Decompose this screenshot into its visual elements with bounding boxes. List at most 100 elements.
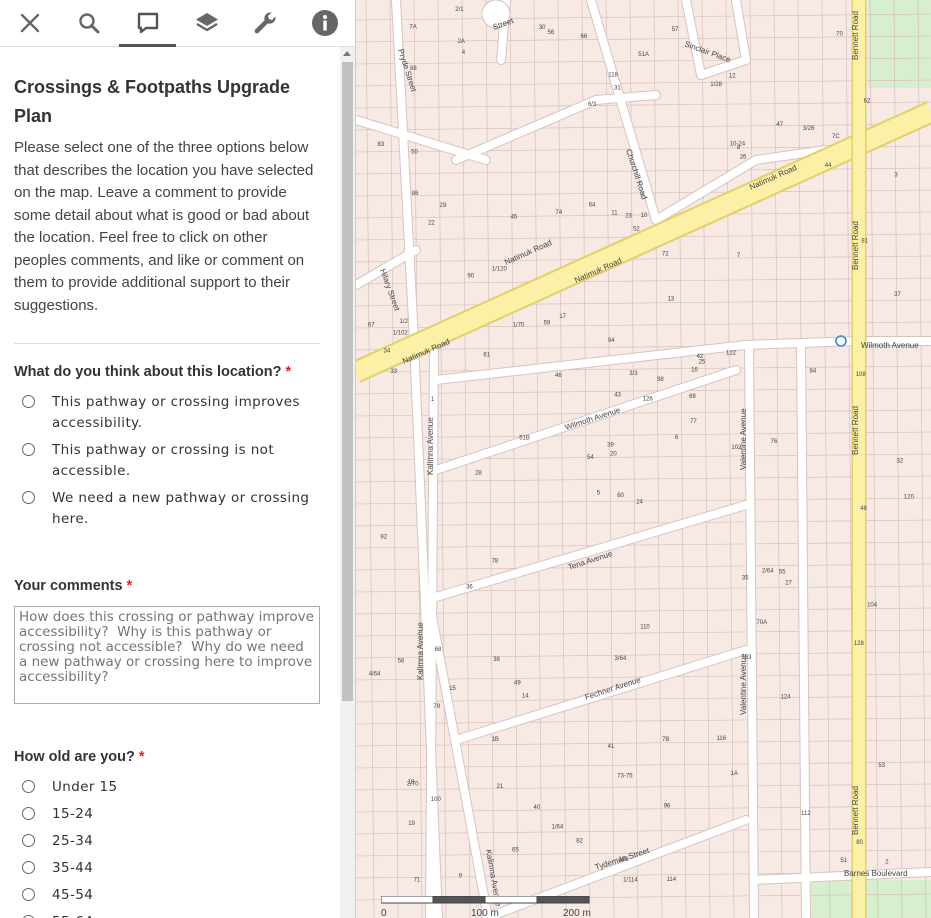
map-canvas[interactable]: Natimuk RoadNatimuk RoadNatimuk RoadNati… <box>356 0 931 918</box>
layers-button[interactable] <box>177 0 236 47</box>
map-view[interactable]: Natimuk Road Natimuk Road Natimuk Road Nati… <box>356 0 931 918</box>
lot-line <box>356 277 931 285</box>
lot-number-label: 79 <box>433 704 440 710</box>
lot-line <box>356 13 931 21</box>
lot-number-label: 62 <box>864 98 871 104</box>
scale-label-0: 0 <box>381 908 387 918</box>
option-label: 25-34 <box>52 833 94 849</box>
option-label: 45-54 <box>52 887 94 903</box>
park-area <box>811 880 931 918</box>
option-age-45-54[interactable]: 45-54 <box>14 885 320 906</box>
lot-line <box>356 717 931 725</box>
lot-number-label: 28 <box>475 470 482 476</box>
lot-line <box>677 0 687 918</box>
radio-age-25-34[interactable] <box>22 834 35 847</box>
lot-number-label: 74 <box>556 210 563 216</box>
radio-not-accessible[interactable] <box>22 443 35 456</box>
comment-button[interactable] <box>118 0 177 47</box>
lot-number-label: 67 <box>368 323 375 329</box>
lot-number-label: 51A <box>638 52 649 58</box>
comments-input[interactable] <box>14 606 320 704</box>
lot-number-label: 32 <box>897 459 904 465</box>
search-button[interactable] <box>59 0 118 47</box>
lot-number-label: 61 <box>483 352 490 358</box>
lot-number-label: 43 <box>614 393 621 399</box>
option-label: This pathway or crossing is not accessib… <box>52 442 275 479</box>
option-improves[interactable]: This pathway or crossing improves access… <box>14 392 320 434</box>
option-not-accessible[interactable]: This pathway or crossing is not accessib… <box>14 440 320 482</box>
lot-number-label: 2A <box>458 39 465 45</box>
lot-number-label: 10-24 <box>730 142 746 148</box>
option-new-pathway[interactable]: We need a new pathway or crossing here. <box>14 488 320 530</box>
option-age-25-34[interactable]: 25-34 <box>14 831 320 852</box>
lot-number-label: 33 <box>390 369 397 375</box>
lot-number-label: 42 <box>697 354 704 360</box>
street-label: Wilmoth Avenue <box>564 405 622 432</box>
lot-number-label: 80 <box>856 840 863 846</box>
lot-number-label: 94 <box>608 338 615 344</box>
radio-age-45-54[interactable] <box>22 888 35 901</box>
lot-number-label: 100 <box>431 797 442 803</box>
radio-age-35-44[interactable] <box>22 861 35 874</box>
lot-number-label: 6 <box>675 435 679 441</box>
lot-number-label: 82 <box>576 839 583 845</box>
lot-number-label: 55 <box>779 570 786 576</box>
panel-scrollbar[interactable] <box>340 47 355 918</box>
lot-number-label: 60 <box>617 493 624 499</box>
lot-number-label: 59 <box>544 321 551 327</box>
option-age-55-64[interactable]: 55-64 <box>14 912 320 918</box>
lot-line <box>356 57 931 65</box>
option-age-under-15[interactable]: Under 15 <box>14 777 320 798</box>
lot-number-label: 88 <box>410 66 417 72</box>
lot-number-label: 84 <box>810 369 817 375</box>
road <box>797 341 810 918</box>
lot-number-label: 30 <box>539 25 546 31</box>
option-label: 35-44 <box>52 860 94 876</box>
lot-number-label: 7A <box>409 25 416 31</box>
scroll-thumb[interactable] <box>342 62 353 701</box>
tools-button[interactable] <box>236 0 295 47</box>
radio-age-15-24[interactable] <box>22 807 35 820</box>
lot-number-label: 126 <box>643 397 654 403</box>
lot-number-label: 90 <box>467 274 474 280</box>
lot-number-label: 66 <box>581 34 588 40</box>
radio-improves[interactable] <box>22 395 35 408</box>
lot-number-label: 1/64 <box>552 825 564 831</box>
lot-line <box>725 0 735 918</box>
street-label: Bennett Road <box>851 406 860 455</box>
option-age-35-44[interactable]: 35-44 <box>14 858 320 879</box>
lot-number-label: 98 <box>657 377 664 383</box>
lot-number-label: 9 <box>459 873 463 879</box>
lot-number-label: 7B <box>662 737 669 743</box>
lot-number-label: 72 <box>662 252 669 258</box>
lot-number-label: 44 <box>825 163 832 169</box>
lot-number-label: 118 <box>608 72 618 78</box>
lot-number-label: 51 <box>840 858 847 864</box>
street-label: Bennett Road <box>851 11 860 60</box>
street-label: Valentine Avenue <box>739 653 748 715</box>
radio-new-pathway[interactable] <box>22 491 35 504</box>
lot-number-label: 48 <box>860 506 867 512</box>
scroll-up-arrow-icon[interactable] <box>343 51 351 56</box>
lot-number-label: 1A <box>731 771 738 777</box>
info-button[interactable] <box>295 0 354 47</box>
lot-number-label: 13 <box>668 297 675 303</box>
lot-number-label: 92 <box>380 534 387 540</box>
road <box>732 0 750 64</box>
lot-number-label: 7C <box>832 134 840 140</box>
lot-line <box>356 79 931 87</box>
lot-number-label: 1/70 <box>513 322 525 328</box>
required-marker: * <box>138 749 145 765</box>
lot-line <box>773 0 783 918</box>
lot-number-label: 4 <box>462 50 466 56</box>
lot-number-label: 6/3 <box>588 102 597 108</box>
option-age-15-24[interactable]: 15-24 <box>14 804 320 825</box>
lot-line <box>356 431 931 439</box>
required-marker: * <box>126 578 133 594</box>
lot-number-label: 58 <box>398 659 405 665</box>
road <box>745 341 758 918</box>
lot-number-label: 1B <box>492 737 499 743</box>
radio-age-under-15[interactable] <box>22 780 35 793</box>
lot-number-label: 17 <box>559 314 566 320</box>
close-button[interactable] <box>0 0 59 47</box>
